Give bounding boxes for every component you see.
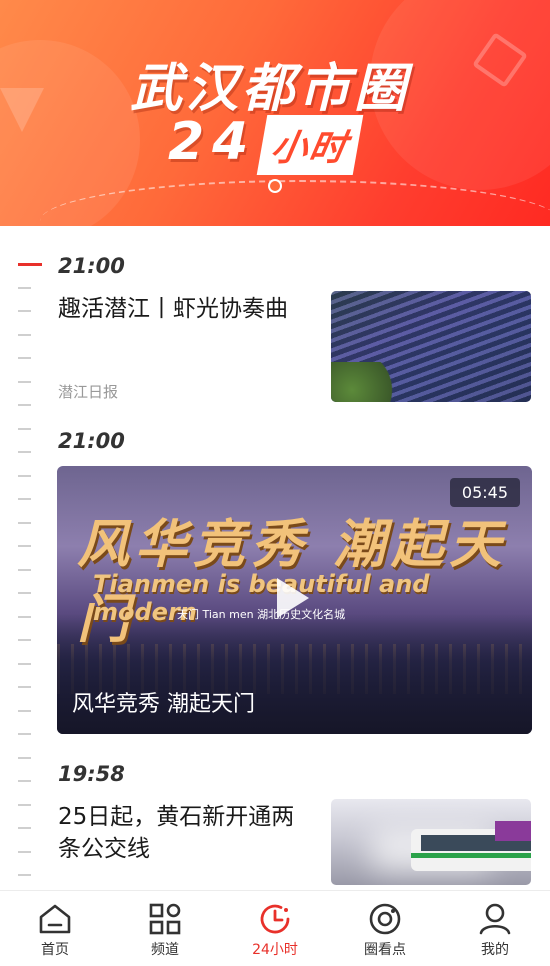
tab-24hours[interactable]: 24小时	[220, 891, 330, 966]
banner-triangle-shape	[0, 88, 44, 132]
banner-dot	[268, 179, 282, 193]
news-title[interactable]: 趣活潜江丨虾光协奏曲	[58, 293, 308, 325]
timeline-tick	[18, 756, 31, 759]
timeline-tick	[18, 803, 31, 806]
news-time: 21:00	[58, 429, 125, 453]
timeline-tick	[18, 592, 31, 594]
timeline-tick	[18, 615, 31, 618]
timeline-tick	[18, 545, 31, 547]
banner-subtitle: 24 小时	[168, 112, 364, 175]
tab-label: 24小时	[252, 942, 298, 958]
video-title: 风华竞秀 潮起天门	[72, 692, 255, 717]
timeline-tick	[18, 850, 31, 853]
video-duration-badge: 05:45	[449, 478, 520, 507]
header-banner: 武汉都市圈 24 小时	[0, 0, 550, 226]
timeline-tick	[18, 733, 31, 735]
timeline-tick	[18, 286, 31, 289]
timeline-tick	[18, 451, 31, 453]
tab-mine[interactable]: 我的	[440, 891, 550, 966]
banner-subtitle-box: 小时	[257, 115, 364, 175]
timeline-tick	[18, 474, 31, 477]
timeline-tick	[18, 521, 31, 524]
thumbnail-bus-stripe	[411, 853, 531, 858]
timeline-tick	[18, 709, 31, 712]
banner-subtitle-number: 24	[168, 112, 257, 172]
video-tag: 天门 Tian men 湖北历史文化名城	[177, 608, 346, 621]
timeline-tick	[18, 380, 31, 383]
tab-label: 首页	[41, 942, 69, 958]
home-icon	[39, 904, 71, 934]
tab-channel[interactable]: 频道	[110, 891, 220, 966]
timeline-tick	[18, 310, 31, 312]
circle-view-icon	[369, 903, 401, 935]
bottom-tab-bar: 首页 频道 24小时 圈看点 我的	[0, 890, 550, 966]
tab-label: 圈看点	[364, 942, 406, 958]
timeline-tick	[18, 780, 31, 782]
channel-grid-icon	[149, 903, 181, 935]
timeline-tick	[18, 498, 31, 500]
tab-label: 我的	[481, 942, 509, 958]
timeline-tick	[18, 639, 31, 641]
user-icon	[479, 903, 511, 935]
news-title[interactable]: 25日起，黄石新开通两条公交线	[58, 801, 308, 865]
play-icon[interactable]	[277, 578, 309, 618]
thumbnail-bus-accent	[495, 821, 531, 841]
timeline-tick	[18, 874, 31, 876]
tab-home[interactable]: 首页	[0, 891, 110, 966]
news-thumbnail[interactable]	[331, 799, 531, 885]
news-time: 21:00	[58, 254, 125, 278]
timeline-ruler	[18, 254, 42, 890]
timeline-tick	[18, 333, 31, 336]
timeline-tick	[18, 427, 31, 430]
thumbnail-texture	[331, 362, 401, 402]
timeline-tick	[18, 686, 31, 688]
timeline-tick	[18, 827, 31, 829]
banner-title: 武汉都市圈	[130, 59, 411, 119]
news-video-card[interactable]: 风华竞秀 潮起天门 Tianmen is beautiful and moder…	[57, 466, 532, 734]
timeline-tick	[18, 662, 31, 665]
timeline-tick	[18, 404, 31, 406]
timeline-tick	[18, 357, 31, 359]
news-time: 19:58	[58, 762, 125, 786]
news-thumbnail[interactable]	[331, 291, 531, 402]
timeline-tick	[18, 568, 31, 571]
tab-label: 频道	[151, 942, 179, 958]
clock-icon	[260, 904, 290, 934]
news-source: 潜江日报	[58, 383, 119, 401]
tab-circle-view[interactable]: 圈看点	[330, 891, 440, 966]
timeline-marker	[18, 263, 42, 266]
